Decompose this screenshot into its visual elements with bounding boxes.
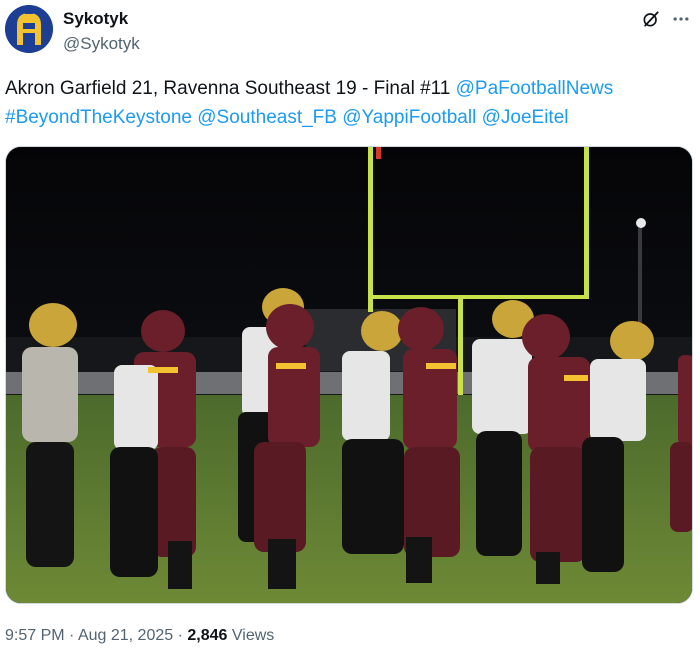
tweet-time[interactable]: 9:57 PM	[5, 627, 65, 644]
tweet-text: Akron Garfield 21, Ravenna Southeast 19 …	[5, 74, 693, 132]
spartan-helmet-avatar-icon	[5, 5, 53, 53]
tweet-header: Sykotyk @Sykotyk	[0, 0, 700, 60]
hashtag-beyondthekeystone[interactable]: #BeyondTheKeystone	[5, 107, 192, 128]
tweet-date[interactable]: Aug 21, 2025	[78, 627, 173, 644]
mention-joeeitel[interactable]: @JoeEitel	[482, 107, 569, 128]
meta-separator-1: ·	[69, 627, 75, 644]
more-button[interactable]	[668, 6, 694, 32]
mention-pafootballnews[interactable]: @PaFootballNews	[456, 78, 614, 99]
tweet-meta: 9:57 PM · Aug 21, 2025 · 2,846 Views	[5, 627, 274, 645]
avatar[interactable]	[5, 5, 53, 53]
tweet-photo[interactable]	[5, 146, 693, 604]
display-name[interactable]: Sykotyk	[63, 9, 128, 29]
grok-button[interactable]	[638, 6, 664, 32]
user-handle[interactable]: @Sykotyk	[63, 34, 140, 54]
football-handshake-photo	[6, 147, 692, 603]
mention-yappifootball[interactable]: @YappiFootball	[342, 107, 476, 128]
more-dots-icon	[673, 17, 689, 21]
tweet-text-plain: Akron Garfield 21, Ravenna Southeast 19 …	[5, 78, 456, 99]
views-label: Views	[231, 627, 275, 644]
grok-icon	[643, 11, 659, 27]
meta-separator-2: ·	[177, 627, 183, 644]
mention-southeast-fb[interactable]: @Southeast_FB	[197, 107, 337, 128]
player-white-2	[110, 365, 158, 577]
views-count: 2,846	[187, 627, 228, 644]
